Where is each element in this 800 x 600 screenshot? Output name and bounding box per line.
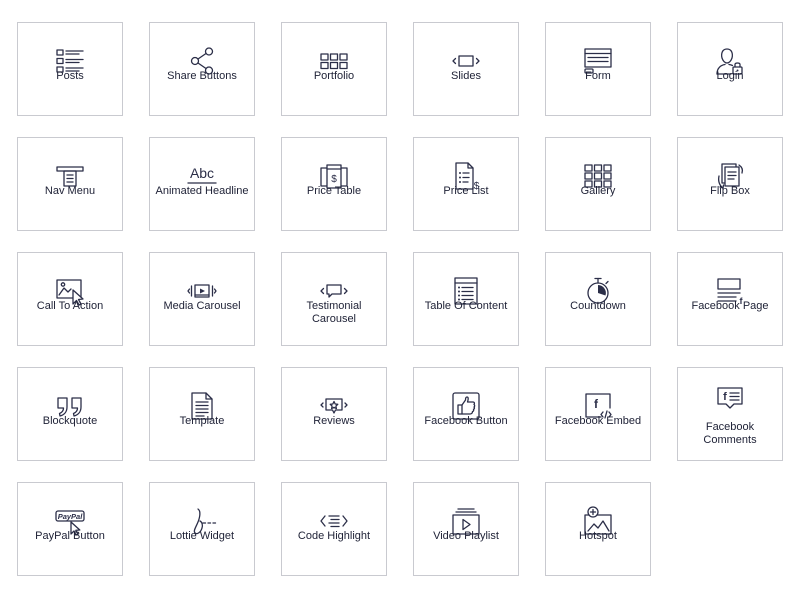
widget-price-table[interactable]: $ Price Table (281, 137, 387, 231)
widget-facebook-comments[interactable]: f Facebook Comments (677, 367, 783, 461)
widget-label: Facebook Comments (703, 421, 757, 446)
widget-gallery[interactable]: Gallery (545, 137, 651, 231)
widget-label: Countdown (570, 300, 626, 312)
widget-grid: Posts Share Buttons Portfolio Slides For… (0, 0, 800, 600)
widget-flip-box[interactable]: Flip Box (677, 137, 783, 231)
facebook-embed-icon-text: f (594, 397, 599, 411)
widget-label: Price Table (306, 185, 362, 197)
widget-label: Blockquote (42, 415, 98, 427)
widget-label: Animated Headline (155, 185, 249, 197)
widget-nav-menu[interactable]: Nav Menu (17, 137, 123, 231)
widget-animated-headline[interactable]: Abc Animated Headline (149, 137, 255, 231)
widget-login[interactable]: Login (677, 22, 783, 116)
widget-media-carousel[interactable]: Media Carousel (149, 252, 255, 346)
widget-label: Price List (443, 185, 489, 197)
widget-label: Form (585, 70, 611, 82)
widget-label: Facebook Page (691, 300, 769, 312)
widget-facebook-button[interactable]: Facebook Button (413, 367, 519, 461)
widget-call-to-action[interactable]: Call To Action (17, 252, 123, 346)
facebook-comments-icon-text: f (723, 391, 727, 403)
widget-portfolio[interactable]: Portfolio (281, 22, 387, 116)
widget-template[interactable]: Template (149, 367, 255, 461)
facebook-comments-icon: f (714, 384, 746, 416)
widget-form[interactable]: Form (545, 22, 651, 116)
widget-label: Gallery (580, 185, 616, 197)
widget-testimonial-carousel[interactable]: Testimonial Carousel (281, 252, 387, 346)
widget-label: Portfolio (313, 70, 355, 82)
widget-label: Lottie Widget (169, 530, 235, 542)
widget-slides[interactable]: Slides (413, 22, 519, 116)
widget-price-list[interactable]: $ Price List (413, 137, 519, 231)
widget-label: Video Playlist (433, 530, 499, 542)
widget-label: Code Highlight (297, 530, 371, 542)
widget-video-playlist[interactable]: Video Playlist (413, 482, 519, 576)
widget-label: Testimonial Carousel (306, 300, 362, 325)
widget-hotspot[interactable]: Hotspot (545, 482, 651, 576)
widget-blockquote[interactable]: Blockquote (17, 367, 123, 461)
widget-label: PayPal Button (35, 530, 105, 542)
widget-reviews[interactable]: Reviews (281, 367, 387, 461)
widget-facebook-page[interactable]: f Facebook Page (677, 252, 783, 346)
widget-lottie-widget[interactable]: Lottie Widget (149, 482, 255, 576)
widget-label: Call To Action (36, 300, 104, 312)
widget-label: Reviews (313, 415, 355, 427)
widget-code-highlight[interactable]: Code Highlight (281, 482, 387, 576)
widget-label: Nav Menu (44, 185, 96, 197)
widget-label: Posts (56, 70, 84, 82)
widget-paypal-button[interactable]: PayPal PayPal Button (17, 482, 123, 576)
widget-label: Share Buttons (167, 70, 237, 82)
widget-label: Login (716, 70, 744, 82)
widget-label: Facebook Embed (554, 415, 642, 427)
widget-table-of-content[interactable]: Table Of Content (413, 252, 519, 346)
widget-posts[interactable]: Posts (17, 22, 123, 116)
widget-label: Table Of Content (424, 300, 508, 312)
price-table-icon-text: $ (331, 174, 337, 185)
widget-facebook-embed[interactable]: f Facebook Embed (545, 367, 651, 461)
widget-label: Flip Box (710, 185, 750, 197)
paypal-button-icon-text: PayPal (58, 512, 84, 521)
widget-label: Media Carousel (163, 300, 241, 312)
widget-label: Hotspot (579, 530, 617, 542)
widget-share-buttons[interactable]: Share Buttons (149, 22, 255, 116)
widget-label: Slides (451, 70, 481, 82)
widget-label: Facebook Button (424, 415, 508, 427)
animated-headline-icon-text: Abc (190, 165, 214, 181)
widget-countdown[interactable]: Countdown (545, 252, 651, 346)
widget-label: Template (179, 415, 225, 427)
